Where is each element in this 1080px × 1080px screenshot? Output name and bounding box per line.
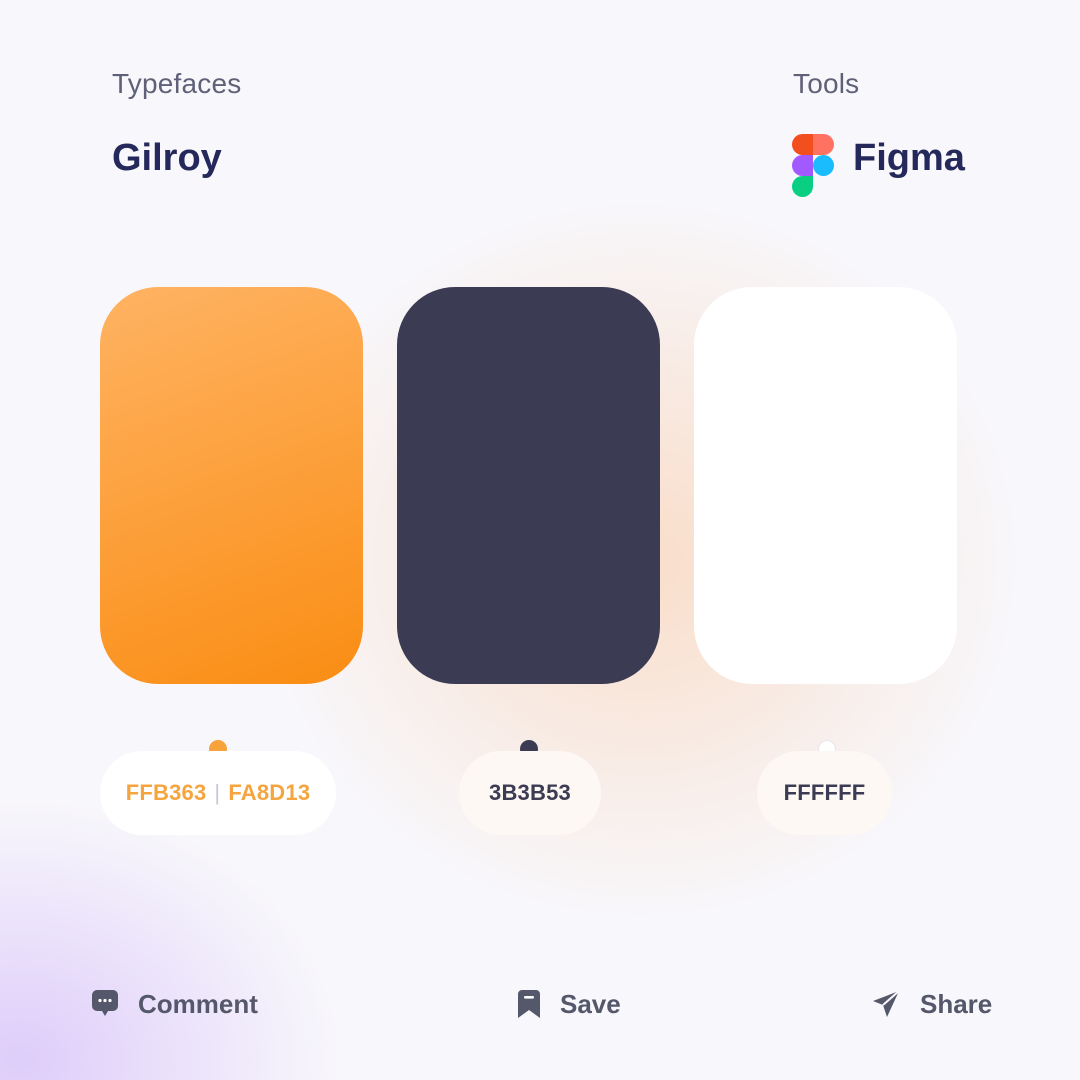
- swatch-orange: [100, 287, 363, 684]
- color-code-separator: |: [214, 780, 221, 805]
- color-code-pill-orange: FFB363 | FA8D13: [100, 751, 336, 835]
- tool-name: Figma: [853, 137, 965, 179]
- tools-label: Tools: [793, 68, 860, 99]
- comment-label: Comment: [138, 988, 258, 1019]
- color-code: FFFFFF: [783, 780, 866, 805]
- send-icon: [872, 990, 900, 1018]
- share-label: Share: [920, 988, 993, 1019]
- swatch-white: [694, 287, 957, 684]
- typefaces-label: Typefaces: [112, 68, 242, 99]
- color-code-pill-white: FFFFFF: [757, 751, 892, 835]
- color-code-primary: FFB363: [125, 780, 207, 805]
- color-code-secondary: FA8D13: [228, 780, 311, 805]
- color-code-pill-dark: 3B3B53: [459, 751, 601, 835]
- swatch-dark: [397, 287, 660, 684]
- figma-logo-icon: [792, 134, 834, 197]
- save-label: Save: [560, 988, 621, 1019]
- comment-icon: [92, 990, 118, 1018]
- comment-button[interactable]: Comment: [92, 984, 258, 1024]
- share-button[interactable]: Share: [872, 984, 992, 1024]
- typeface-name: Gilroy: [112, 137, 222, 179]
- save-button[interactable]: Save: [518, 984, 621, 1024]
- color-code: 3B3B53: [489, 780, 571, 805]
- bookmark-icon: [518, 990, 540, 1018]
